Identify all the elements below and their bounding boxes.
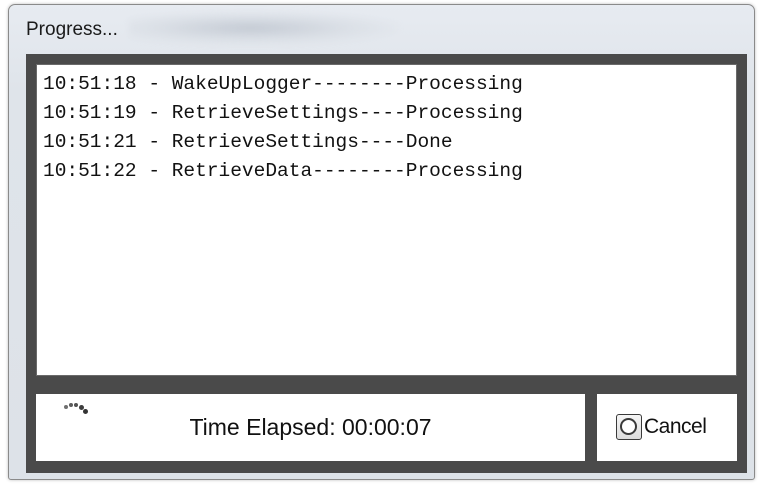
- dialog-frame: 10:51:18 - WakeUpLogger--------Processin…: [26, 54, 747, 473]
- time-elapsed-label: Time Elapsed: 00:00:07: [189, 414, 432, 440]
- title-bar-blur: [129, 11, 399, 45]
- cancel-button[interactable]: Cancel: [616, 410, 707, 444]
- log-output[interactable]: 10:51:18 - WakeUpLogger--------Processin…: [36, 64, 737, 376]
- title-bar[interactable]: Progress...: [9, 5, 754, 53]
- cancel-button-label: Cancel: [644, 415, 707, 438]
- window-title: Progress...: [26, 19, 118, 40]
- log-line: 10:51:22 - RetrieveData--------Processin…: [43, 160, 523, 182]
- cancel-panel: Cancel: [597, 394, 737, 461]
- log-line: 10:51:19 - RetrieveSettings----Processin…: [43, 102, 523, 124]
- progress-dialog: Progress... 10:51:18 - WakeUpLogger-----…: [8, 4, 755, 480]
- status-panel: Time Elapsed: 00:00:07: [36, 394, 585, 461]
- log-line: 10:51:18 - WakeUpLogger--------Processin…: [43, 73, 523, 95]
- cancel-icon: [616, 414, 642, 440]
- log-line: 10:51:21 - RetrieveSettings----Done: [43, 131, 453, 153]
